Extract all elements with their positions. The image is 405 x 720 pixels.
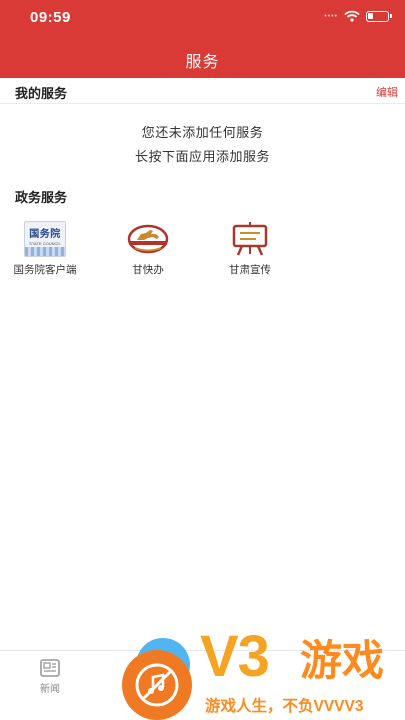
watermark-logo — [122, 650, 192, 720]
state-council-icon-text: 国务院 — [29, 229, 61, 240]
watermark-v3: V3 — [200, 624, 270, 689]
app-header: 09:59 •••• 服务 — [0, 0, 405, 78]
easel-icon — [228, 220, 272, 258]
gov-services-title: 政务服务 — [15, 191, 68, 206]
tab-news-label: 新闻 — [40, 684, 60, 695]
news-icon — [40, 659, 60, 677]
divider — [0, 103, 405, 104]
app-label: 甘肃宣传 — [229, 264, 271, 276]
battery-icon — [366, 10, 392, 22]
app-state-council[interactable]: 国务院 STATE COUNCIL 国务院客户端 — [5, 220, 85, 277]
status-time: 09:59 — [30, 9, 71, 26]
empty-hint-line1: 您还未添加任何服务 — [141, 126, 264, 141]
horse-emblem-icon — [126, 220, 170, 258]
state-council-icon: 国务院 STATE COUNCIL — [23, 220, 67, 258]
music-note-icon — [135, 663, 179, 707]
my-services-title: 我的服务 — [15, 87, 68, 102]
app-label: 甘快办 — [132, 264, 164, 276]
empty-hint-line2: 长按下面应用添加服务 — [134, 150, 270, 165]
signal-icon: •••• — [324, 12, 338, 20]
status-icons: •••• — [324, 10, 392, 22]
app-gan-kuai-ban[interactable]: 甘快办 — [108, 220, 188, 277]
wifi-icon — [344, 10, 360, 22]
edit-button[interactable]: 编辑 — [376, 84, 398, 100]
page-title: 服务 — [185, 52, 220, 71]
watermark-brand: 游戏 — [300, 637, 385, 684]
tab-news[interactable]: 新闻 — [30, 658, 70, 695]
app-gansu-publicity[interactable]: 甘肃宣传 — [210, 220, 290, 277]
app-label: 国务院客户端 — [13, 264, 77, 276]
state-council-icon-subtext: STATE COUNCIL — [29, 241, 61, 246]
watermark-slogan: 游戏人生，不负VVVV3 — [205, 698, 364, 715]
